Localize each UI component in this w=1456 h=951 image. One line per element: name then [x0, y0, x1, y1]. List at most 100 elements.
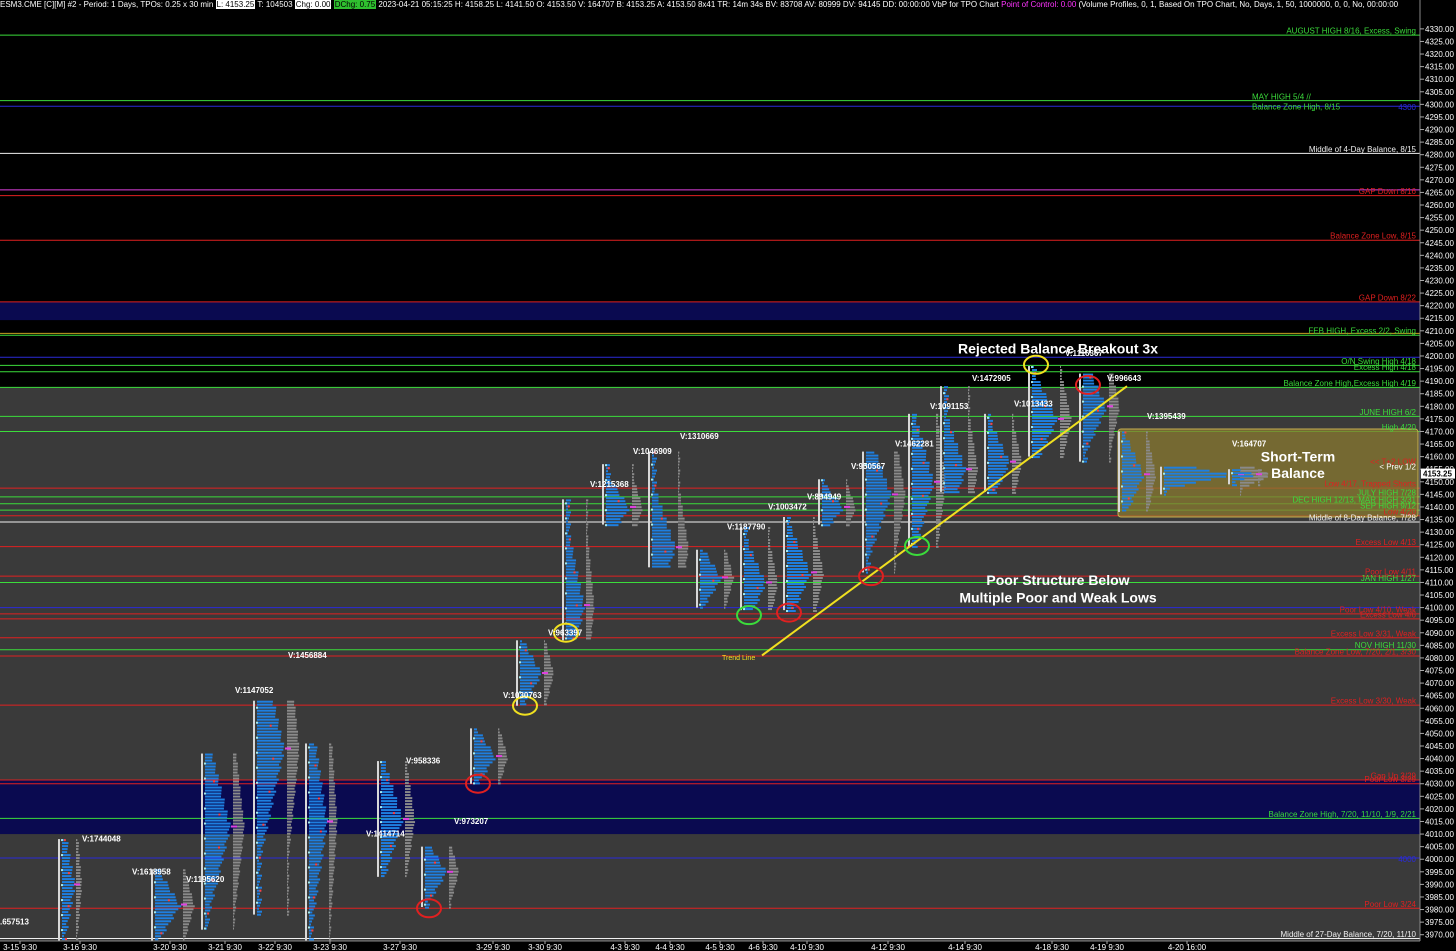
volume-row	[968, 455, 977, 458]
tpo-mark	[433, 861, 436, 864]
balance-label-1: Short-Term	[1261, 449, 1335, 465]
tpo-row	[62, 899, 71, 902]
volume-row	[968, 446, 975, 449]
volume-row	[329, 815, 336, 818]
tpo-row	[257, 817, 270, 820]
tpo-row	[205, 885, 217, 888]
tpo-mark	[568, 538, 571, 541]
tpo-row	[1164, 481, 1196, 484]
tpo-row	[425, 867, 446, 870]
volume-row	[813, 568, 823, 571]
tpo-row	[155, 914, 173, 917]
volume-row	[544, 664, 551, 667]
volume-row	[329, 767, 333, 770]
volume-row	[287, 757, 299, 760]
tpo-row	[822, 488, 830, 491]
tpo-row	[566, 565, 576, 568]
price-tick-label: 4330.00	[1425, 25, 1454, 34]
volume-row	[233, 753, 237, 756]
volume-row	[724, 591, 730, 594]
volume-row	[233, 834, 245, 837]
tpo-row	[1032, 414, 1054, 417]
tpo-row	[257, 715, 276, 718]
tpo-row	[257, 811, 269, 814]
volume-row	[768, 527, 771, 530]
volume-row	[678, 463, 680, 466]
tpo-cell	[308, 881, 310, 884]
volume-row	[678, 511, 683, 514]
volume-row	[287, 886, 290, 889]
volume-row	[968, 422, 971, 425]
volume-row	[329, 803, 336, 806]
volume-row	[768, 548, 771, 551]
tpo-cell	[605, 464, 607, 467]
volume-row	[449, 882, 456, 885]
volume-row	[233, 849, 242, 852]
tpo-cell	[786, 610, 788, 613]
tpo-cell	[651, 553, 653, 556]
tpo-row	[1122, 467, 1141, 470]
tpo-cell	[473, 767, 475, 770]
tpo-row	[257, 709, 276, 712]
volume-row	[76, 878, 82, 881]
volume-row	[76, 839, 78, 842]
tpo-row	[62, 932, 66, 935]
volume-row	[936, 500, 944, 503]
volume-row	[586, 562, 591, 565]
volume-row	[183, 917, 192, 920]
tpo-mark	[392, 812, 395, 815]
tpo-row	[912, 515, 924, 518]
tpo-cell	[154, 896, 156, 899]
time-axis[interactable]: 3-15 9:30 3-16 9:30 3-20 9:30 3-21 9:30 3-22…	[0, 940, 1456, 951]
volume-row	[1012, 413, 1014, 416]
volume-row	[724, 549, 726, 552]
tpo-row	[744, 599, 760, 602]
price-tick-label: 4300.00	[1425, 100, 1454, 109]
tpo-row	[62, 902, 73, 905]
volume-row	[329, 926, 332, 929]
tpo-row	[700, 552, 708, 555]
tpo-row	[309, 806, 327, 809]
volume-row	[632, 512, 642, 515]
price-tick-label: 3970.00	[1425, 931, 1454, 940]
volume-row	[813, 526, 816, 529]
volume-row	[233, 924, 235, 927]
tpo-cell	[943, 422, 945, 425]
tpo-row	[257, 895, 259, 898]
volume-row	[287, 823, 292, 826]
volume-row	[1109, 403, 1119, 406]
tpo-row	[566, 598, 584, 601]
tpo-row	[309, 755, 316, 758]
volume-row	[1060, 438, 1067, 441]
volume-row	[233, 819, 243, 822]
tpo-row	[787, 562, 808, 565]
tpo-row	[62, 854, 71, 857]
volume-row	[329, 785, 335, 788]
volume-row	[1258, 484, 1261, 487]
tpo-row	[866, 487, 888, 490]
tpo-cell	[743, 608, 745, 611]
volume-row	[287, 817, 293, 820]
poc-marker	[676, 546, 682, 549]
tpo-row	[988, 452, 1004, 455]
tpo-row	[1083, 448, 1088, 451]
time-tick-label: 4-19 9:30	[1090, 943, 1124, 951]
volume-row	[586, 508, 587, 511]
volume-row	[449, 879, 458, 882]
tpo-row	[1122, 440, 1130, 443]
tpo-row	[566, 553, 573, 556]
volume-row	[329, 854, 336, 857]
level-label: JAN HIGH 1/27	[1361, 574, 1417, 583]
tpo-mark	[312, 896, 315, 899]
tpo-chart[interactable]: Short-TermBalance Trend Line V:1744048V:…	[0, 0, 1456, 951]
tpo-row	[309, 749, 317, 752]
tpo-row	[520, 682, 537, 685]
volume-row	[233, 894, 238, 897]
price-tick-label: 4240.00	[1425, 251, 1454, 260]
tpo-row	[205, 804, 225, 807]
tpo-row	[652, 514, 663, 517]
volume-row	[76, 893, 82, 896]
tpo-row	[309, 899, 315, 902]
balance-label-2: Balance	[1271, 465, 1325, 481]
volume-row	[233, 765, 238, 768]
